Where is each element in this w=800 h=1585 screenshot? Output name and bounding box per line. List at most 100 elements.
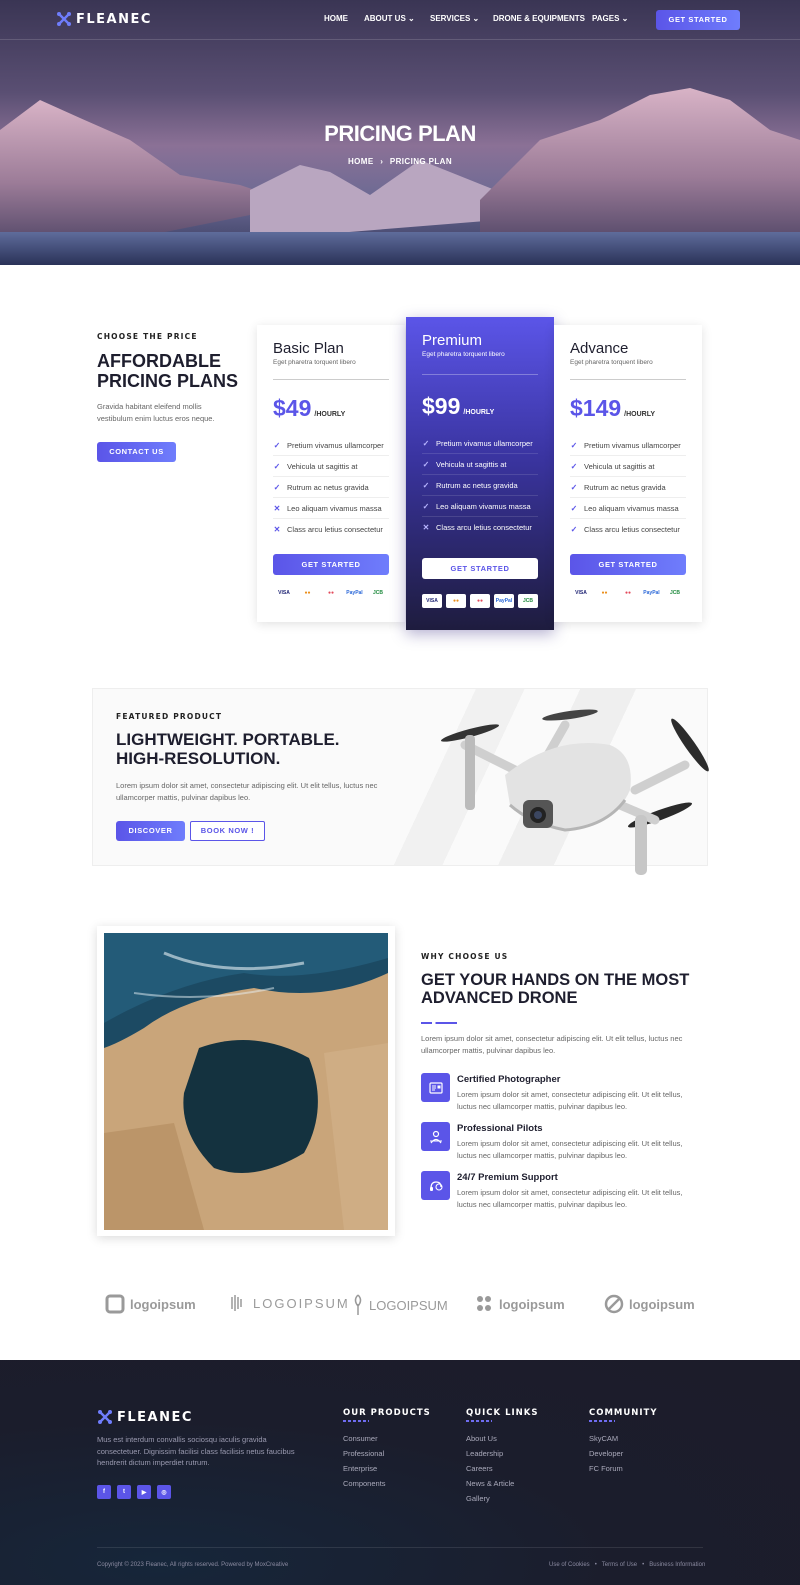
footer-brand-logo[interactable]: FLEANEC xyxy=(97,1409,193,1425)
price-value: $49 xyxy=(273,395,312,421)
partner-logo: logoipsum xyxy=(474,1294,565,1314)
breadcrumb-home[interactable]: HOME xyxy=(348,157,374,166)
maestro-icon: ●● xyxy=(327,590,335,596)
paypal-icon: PayPal xyxy=(494,594,514,608)
nav-services[interactable]: SERVICES ⌄ xyxy=(430,14,479,23)
youtube-icon[interactable]: ▶ xyxy=(137,1485,151,1499)
feature-item: ✓ Pretium vivamus ullamcorper xyxy=(273,441,389,456)
check-icon: ✓ xyxy=(422,502,430,511)
pricing-card-premium: Premium Eget pharetra torquent libero $9… xyxy=(406,317,554,630)
get-started-button[interactable]: GET STARTED xyxy=(273,554,389,575)
legal-link-terms[interactable]: Terms of Use xyxy=(602,1562,637,1568)
footer-link-leadership[interactable]: Leadership xyxy=(466,1449,503,1458)
book-now-button[interactable]: BOOK NOW ! xyxy=(190,821,265,841)
pricing-description: Gravida habitant eleifend mollis vestibu… xyxy=(97,402,215,423)
support-icon xyxy=(421,1171,450,1200)
drone-logo-icon xyxy=(98,1410,112,1424)
jcb-icon: JCB xyxy=(372,590,383,596)
legal-links: Use of Cookies • Terms of Use • Business… xyxy=(549,1562,705,1568)
feature-item: ✓ Leo aliquam vivamus massa xyxy=(570,504,686,519)
feature-label: Leo aliquam vivamus massa xyxy=(436,502,531,511)
footer-products-heading: OUR PRODUCTS xyxy=(343,1408,431,1418)
brand-logo[interactable]: FLEANEC xyxy=(56,11,152,27)
twitter-icon[interactable]: t xyxy=(117,1485,131,1499)
pricing-card-basic: Basic Plan Eget pharetra torquent libero… xyxy=(257,325,405,622)
mastercard-icon: ●● xyxy=(601,590,608,596)
site-footer xyxy=(0,1360,800,1585)
why-title-line1: GET YOUR HANDS ON THE MOST xyxy=(421,971,690,989)
feature-item: ✓ Leo aliquam vivamus massa xyxy=(422,502,538,517)
nav-get-started-button[interactable]: GET STARTED xyxy=(656,10,740,30)
feature-item: ✕ Class arcu letius consectetur xyxy=(273,525,389,539)
heading-underline xyxy=(466,1420,492,1422)
visa-icon: VISA xyxy=(575,590,587,596)
footer-link-enterprise[interactable]: Enterprise xyxy=(343,1464,377,1473)
legal-link-cookies[interactable]: Use of Cookies xyxy=(549,1562,590,1568)
title-underline xyxy=(421,1022,457,1024)
heading-underline xyxy=(343,1420,369,1422)
footer-link-fc-forum[interactable]: FC Forum xyxy=(589,1464,623,1473)
facebook-icon[interactable]: f xyxy=(97,1485,111,1499)
feature-label: Vehicula ut sagittis at xyxy=(436,460,507,469)
check-icon: ✓ xyxy=(273,441,281,450)
nav-about-us[interactable]: ABOUT US ⌄ xyxy=(364,14,415,23)
nav-pages[interactable]: PAGES ⌄ xyxy=(592,14,628,23)
price-unit: /HOURLY xyxy=(624,411,656,418)
legal-separator: • xyxy=(594,1562,597,1568)
discover-button[interactable]: DISCOVER xyxy=(116,821,185,841)
leaf-logo-icon xyxy=(354,1294,362,1315)
footer-link-components[interactable]: Components xyxy=(343,1479,386,1488)
footer-about: Mus est interdum convallis sociosqu iacu… xyxy=(97,1435,295,1468)
plan-price: $149/HOURLY xyxy=(570,395,655,422)
why-description: Lorem ipsum dolor sit amet, consectetur … xyxy=(421,1034,683,1055)
feature-label: Rutrum ac netus gravida xyxy=(436,481,518,490)
feature-item: ✓ Vehicula ut sagittis at xyxy=(273,462,389,477)
feature-item: ✓ Vehicula ut sagittis at xyxy=(422,460,538,475)
footer-community-heading: COMMUNITY xyxy=(589,1408,658,1418)
partner-logo-text: logoipsum xyxy=(629,1296,695,1312)
price-value: $149 xyxy=(570,395,622,421)
mastercard-icon: ●● xyxy=(446,594,466,608)
aerial-cliff-photo xyxy=(104,933,388,1230)
maestro-icon: ●● xyxy=(624,590,632,596)
footer-divider xyxy=(97,1547,703,1548)
partner-logo-text: LOGOIPSUM xyxy=(369,1297,448,1313)
footer-link-news[interactable]: News & Article xyxy=(466,1479,514,1488)
footer-link-careers[interactable]: Careers xyxy=(466,1464,493,1473)
service-description: Lorem ipsum dolor sit amet, consectetur … xyxy=(457,1090,683,1111)
footer-link-professional[interactable]: Professional xyxy=(343,1449,384,1458)
feature-item: ✓ Rutrum ac netus gravida xyxy=(570,483,686,498)
plan-subtitle: Eget pharetra torquent libero xyxy=(422,351,505,358)
feature-label: Class arcu letius consectetur xyxy=(584,525,680,534)
instagram-icon[interactable]: ◎ xyxy=(157,1485,171,1499)
brand-name: FLEANEC xyxy=(117,1409,193,1425)
drone-product-image xyxy=(441,709,709,875)
featured-title-line2: HIGH-RESOLUTION. xyxy=(116,748,281,768)
legal-link-business-info[interactable]: Business Information xyxy=(649,1562,705,1568)
featured-title-line1: LIGHTWEIGHT. PORTABLE. xyxy=(116,730,340,749)
footer-link-developer[interactable]: Developer xyxy=(589,1449,623,1458)
check-icon: ✓ xyxy=(273,483,281,492)
get-started-button[interactable]: GET STARTED xyxy=(422,558,538,579)
divider xyxy=(570,379,686,380)
divider xyxy=(422,374,538,375)
jcb-icon: JCB xyxy=(518,594,538,608)
feature-item: ✓ Rutrum ac netus gravida xyxy=(273,483,389,498)
footer-link-about-us[interactable]: About Us xyxy=(466,1434,497,1443)
check-icon: ✓ xyxy=(570,483,578,492)
divider xyxy=(273,379,389,380)
heading-underline xyxy=(589,1420,615,1422)
check-icon: ✓ xyxy=(422,481,430,490)
get-started-button[interactable]: GET STARTED xyxy=(570,554,686,575)
plan-name: Basic Plan xyxy=(273,340,344,357)
plan-name: Advance xyxy=(570,340,629,357)
nav-drone-equipments[interactable]: DRONE & EQUIPMENTS xyxy=(493,14,585,23)
footer-link-skycam[interactable]: SkyCAM xyxy=(589,1434,618,1443)
nav-home[interactable]: HOME xyxy=(324,14,348,23)
footer-link-gallery[interactable]: Gallery xyxy=(466,1494,490,1503)
check-icon: ✓ xyxy=(273,462,281,471)
featured-description: Lorem ipsum dolor sit amet, consectetur … xyxy=(116,781,378,802)
contact-us-button[interactable]: CONTACT US xyxy=(97,442,176,462)
mastercard-icon: ●● xyxy=(304,590,311,596)
footer-link-consumer[interactable]: Consumer xyxy=(343,1434,378,1443)
